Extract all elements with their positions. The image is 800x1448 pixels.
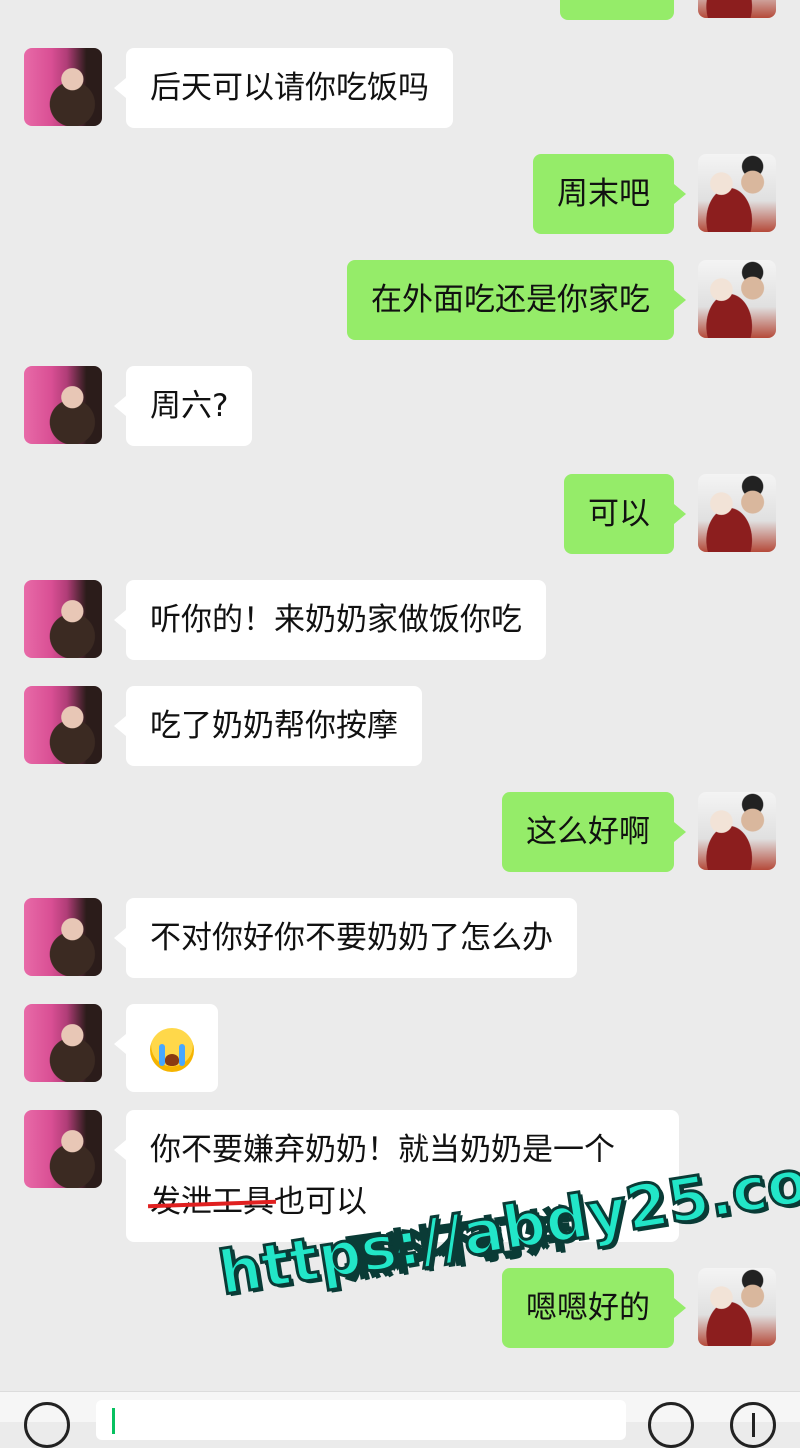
avatar-contact[interactable] xyxy=(24,48,102,126)
avatar-contact[interactable] xyxy=(24,686,102,764)
avatar-contact[interactable] xyxy=(24,366,102,444)
avatar-self[interactable] xyxy=(698,1268,776,1346)
avatar-self[interactable] xyxy=(698,474,776,552)
emoji-icon[interactable] xyxy=(648,1402,694,1448)
chat-bubble-incoming[interactable]: 后天可以请你吃饭吗 xyxy=(114,48,453,128)
chat-bubble-outgoing[interactable]: 周末吧 xyxy=(533,154,686,234)
plus-icon[interactable] xyxy=(730,1402,776,1448)
avatar-contact[interactable] xyxy=(24,1110,102,1188)
chat-bubble-incoming[interactable]: 周六? xyxy=(113,366,253,446)
chat-bubble-outgoing[interactable]: 这么好啊 xyxy=(502,792,686,872)
avatar-self[interactable] xyxy=(698,0,776,18)
message-line: 你不要嫌弃奶奶！就当奶奶是一个 xyxy=(150,1132,615,1168)
avatar-contact[interactable] xyxy=(24,1004,102,1082)
chat-bubble-incoming[interactable] xyxy=(114,1004,218,1092)
chat-bubble-outgoing[interactable]: 可以 xyxy=(564,474,686,554)
chat-bubble-incoming[interactable]: 不对你好你不要奶奶了怎么办 xyxy=(114,898,577,978)
voice-icon[interactable] xyxy=(24,1402,70,1448)
avatar-self[interactable] xyxy=(698,260,776,338)
chat-bubble-incoming[interactable]: 吃了奶奶帮你按摩 xyxy=(114,686,422,766)
avatar-contact[interactable] xyxy=(24,898,102,976)
message-text: 也可以 xyxy=(274,1184,367,1220)
avatar-contact[interactable] xyxy=(24,580,102,658)
chat-bubble-incoming[interactable]: 听你的！来奶奶家做饭你吃 xyxy=(114,580,546,660)
avatar-self[interactable] xyxy=(698,792,776,870)
input-bar xyxy=(0,1391,800,1448)
avatar-self[interactable] xyxy=(698,154,776,232)
message-input[interactable] xyxy=(96,1400,626,1440)
chat-bubble-outgoing[interactable]: 嗯嗯好的 xyxy=(502,1268,686,1348)
chat-bubble-outgoing[interactable] xyxy=(560,0,674,20)
text-cursor xyxy=(112,1408,115,1434)
chat-bubble-outgoing[interactable]: 在外面吃还是你家吃 xyxy=(347,260,686,340)
struck-text: 发泄工具 xyxy=(150,1184,274,1220)
crying-face-emoji xyxy=(150,1027,194,1072)
